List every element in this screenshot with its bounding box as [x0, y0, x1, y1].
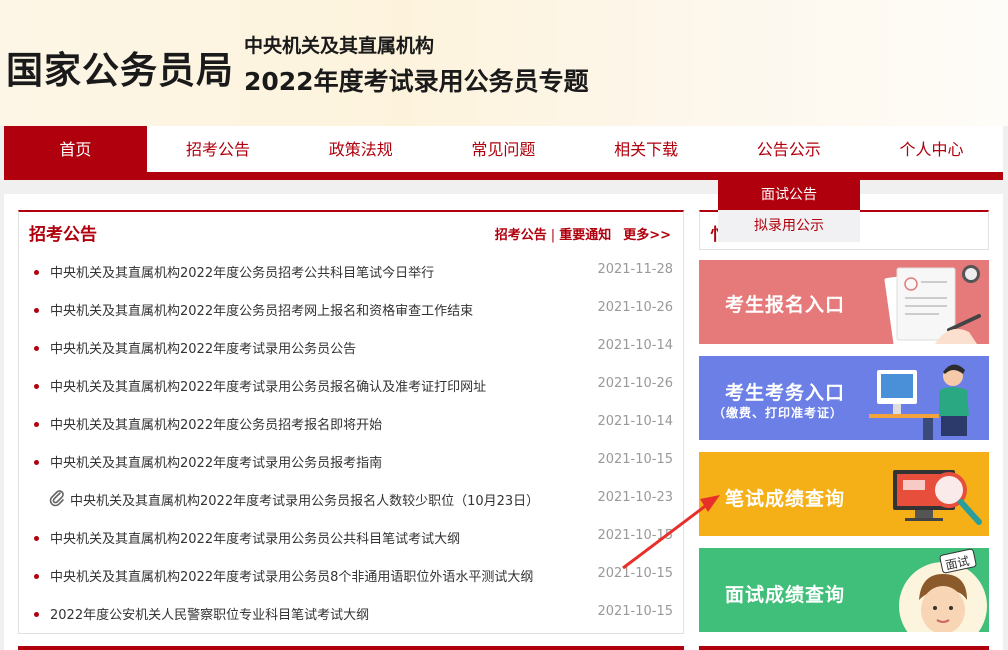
- nav-item-home[interactable]: 首页: [4, 126, 147, 172]
- bullet-icon: [34, 574, 39, 579]
- list-item: 中央机关及其直属机构2022年度考试录用公务员8个非通用语职位外语水平测试大纲 2…: [19, 556, 683, 594]
- list-item: 中央机关及其直属机构2022年度考试录用公务员报名确认及准考证打印网址 2021-…: [19, 366, 683, 404]
- list-item: 中央机关及其直属机构2022年度考试录用公务员报考指南 2021-10-15: [19, 442, 683, 480]
- page-header: 国家公务员局 中央机关及其直属机构 2022年度考试录用公务员专题: [0, 0, 1008, 126]
- announcement-title[interactable]: 中央机关及其直属机构2022年度考试录用公务员报名确认及准考证打印网址: [50, 376, 486, 395]
- paperclip-icon: [49, 490, 64, 507]
- nav-item-recruitment[interactable]: 招考公告: [147, 126, 290, 172]
- announcement-date: 2021-10-15: [597, 566, 673, 581]
- list-item: 2022年度公安机关人民警察职位专业科目笔试考试大纲 2021-10-15: [19, 594, 683, 632]
- nav-item-downloads[interactable]: 相关下载: [575, 126, 718, 172]
- exam-affairs-entry-card[interactable]: 考生考务入口 （缴费、打印准考证）: [699, 356, 989, 440]
- list-item: 中央机关及其直属机构2022年度公务员招考公共科目笔试今日举行 2021-11-2…: [19, 252, 683, 290]
- announcement-date: 2021-10-15: [597, 528, 673, 543]
- exam-affairs-entry-sublabel: （缴费、打印准考证）: [713, 406, 844, 420]
- announcement-title[interactable]: 中央机关及其直属机构2022年度公务员招考报名即将开始: [50, 414, 382, 433]
- announcement-title[interactable]: 中央机关及其直属机构2022年度考试录用公务员公告: [50, 338, 356, 357]
- register-entry-card[interactable]: 考生报名入口: [699, 260, 989, 344]
- nav-item-personal-center[interactable]: 个人中心: [860, 126, 1003, 172]
- announcement-list: 中央机关及其直属机构2022年度公务员招考公共科目笔试今日举行 2021-11-2…: [19, 252, 683, 632]
- header-subtitle-line1: 中央机关及其直属机构: [244, 35, 435, 57]
- bullet-icon: [34, 612, 39, 617]
- nav-underline-bar: [4, 172, 1003, 180]
- bullet-icon: [34, 422, 39, 427]
- bullet-icon: [34, 536, 39, 541]
- dropdown-item-proposed-hire[interactable]: 拟录用公示: [718, 210, 860, 242]
- announcement-title[interactable]: 中央机关及其直属机构2022年度考试录用公务员8个非通用语职位外语水平测试大纲: [50, 566, 533, 585]
- announcement-date: 2021-10-14: [597, 414, 673, 429]
- more-link[interactable]: 更多>>: [623, 228, 671, 243]
- interview-score-query-label: 面试成绩查询: [725, 584, 846, 606]
- announcement-date: 2021-10-26: [597, 376, 673, 391]
- announcement-title[interactable]: 中央机关及其直属机构2022年度公务员招考公共科目笔试今日举行: [50, 262, 434, 281]
- student-computer-icon: [869, 364, 969, 440]
- dropdown-item-interview-notice[interactable]: 面试公告: [718, 180, 860, 210]
- announcement-date: 2021-10-15: [597, 604, 673, 619]
- list-item: 中央机关及其直属机构2022年度考试录用公务员公共科目笔试考试大纲 2021-10…: [19, 518, 683, 556]
- link-important-notices[interactable]: 重要通知: [559, 228, 611, 243]
- notices-dropdown-menu: 面试公告 拟录用公示: [718, 180, 860, 242]
- list-item: 中央机关及其直属机构2022年度考试录用公务员公告 2021-10-14: [19, 328, 683, 366]
- document-pen-icon: [884, 265, 981, 344]
- interview-score-query-card[interactable]: 面试成绩查询 面试: [699, 548, 989, 632]
- written-score-query-card[interactable]: 笔试成绩查询: [699, 452, 989, 536]
- announcements-panel: 招考公告 招考公告 | 重要通知 更多>> 中央机关及其直属机构2022年度公务员招考…: [18, 210, 684, 634]
- nav-item-policy[interactable]: 政策法规: [289, 126, 432, 172]
- bullet-icon: [34, 346, 39, 351]
- nav-item-faq[interactable]: 常见问题: [432, 126, 575, 172]
- announcements-title: 招考公告: [29, 225, 97, 245]
- panel-bottom-rule: [18, 646, 684, 650]
- announcement-title[interactable]: 中央机关及其直属机构2022年度考试录用公务员报考指南: [50, 452, 382, 471]
- announcement-date: 2021-10-14: [597, 338, 673, 353]
- announcement-title[interactable]: 2022年度公安机关人民警察职位专业科目笔试考试大纲: [50, 604, 369, 623]
- interviewee-avatar-icon: 面试: [899, 548, 987, 632]
- bullet-icon: [34, 460, 39, 465]
- announcement-title[interactable]: 中央机关及其直属机构2022年度考试录用公务员公共科目笔试考试大纲: [50, 528, 460, 547]
- site-logo-text[interactable]: 国家公务员局: [6, 40, 234, 94]
- exam-affairs-entry-label: 考生考务入口: [725, 382, 846, 404]
- link-recruitment-notices[interactable]: 招考公告: [495, 228, 547, 243]
- list-item: 中央机关及其直属机构2022年度公务员招考网上报名和资格审查工作结束 2021-1…: [19, 290, 683, 328]
- header-subtitle-line2: 2022年度考试录用公务员专题: [244, 67, 589, 96]
- right-panel-bottom-rule: [699, 646, 989, 650]
- links-separator: |: [550, 228, 556, 243]
- announcements-links: 招考公告 | 重要通知 更多>>: [495, 224, 671, 243]
- announcement-date: 2021-10-26: [597, 300, 673, 315]
- announcement-title[interactable]: 中央机关及其直属机构2022年度公务员招考网上报名和资格审查工作结束: [50, 300, 473, 319]
- main-nav: 首页 招考公告 政策法规 常见问题 相关下载 公告公示 个人中心: [4, 126, 1003, 172]
- nav-item-notices[interactable]: 公告公示: [717, 126, 860, 172]
- register-entry-label: 考生报名入口: [725, 294, 846, 316]
- bullet-icon: [34, 384, 39, 389]
- list-item: 中央机关及其直属机构2022年度公务员招考报名即将开始 2021-10-14: [19, 404, 683, 442]
- monitor-magnifier-icon: [893, 470, 982, 525]
- announcement-title[interactable]: 中央机关及其直属机构2022年度考试录用公务员报名人数较少职位（10月23日）: [70, 490, 539, 509]
- announcement-date: 2021-10-15: [597, 452, 673, 467]
- bullet-icon: [34, 270, 39, 275]
- bullet-icon: [34, 308, 39, 313]
- list-item: 中央机关及其直属机构2022年度考试录用公务员报名人数较少职位（10月23日） 2…: [19, 480, 683, 518]
- written-score-query-label: 笔试成绩查询: [725, 488, 846, 510]
- announcement-date: 2021-10-23: [597, 490, 673, 505]
- announcement-date: 2021-11-28: [597, 262, 673, 277]
